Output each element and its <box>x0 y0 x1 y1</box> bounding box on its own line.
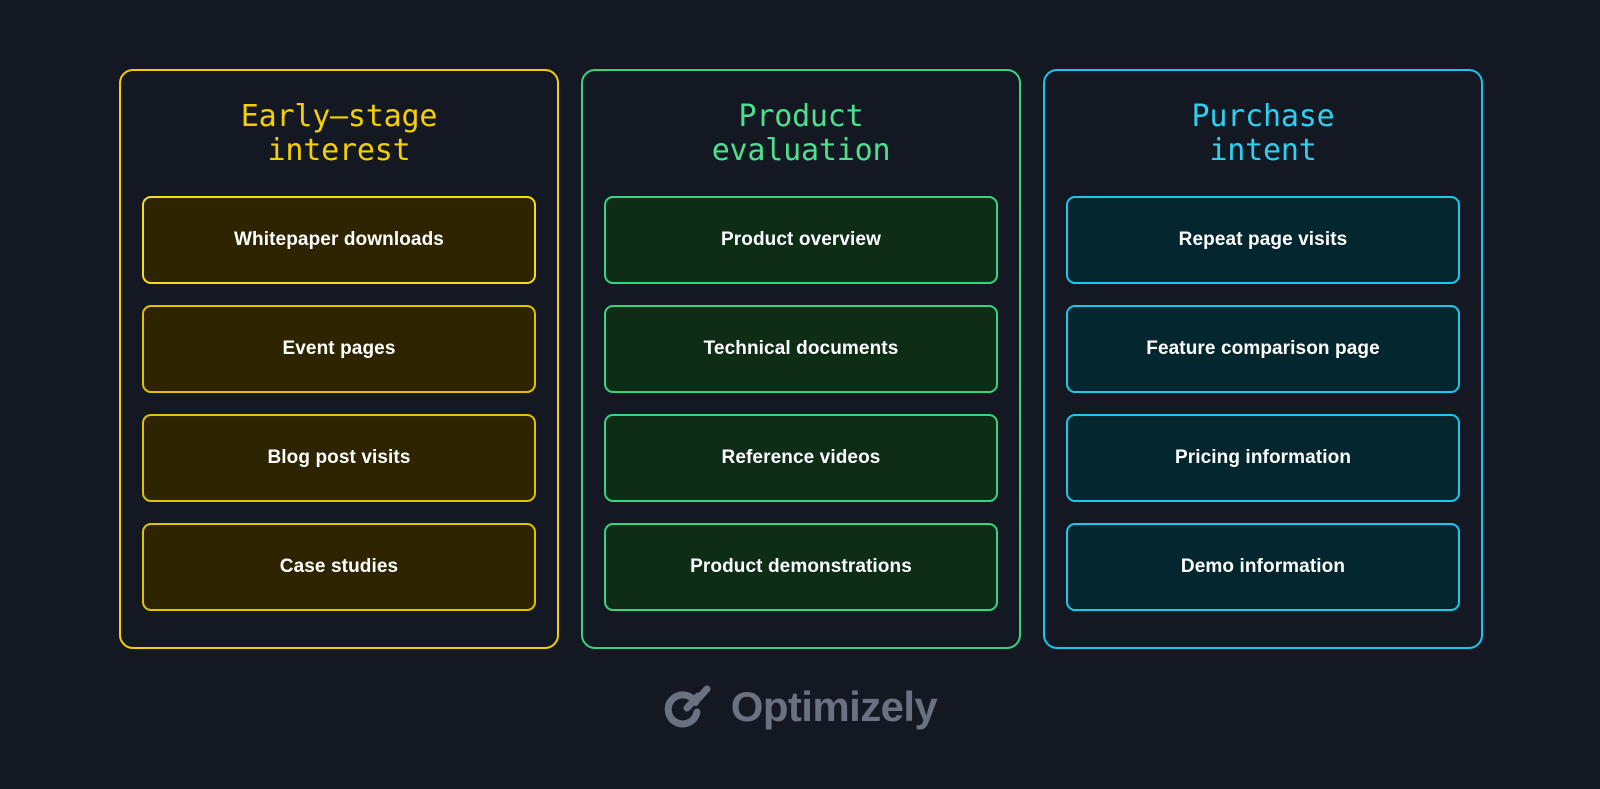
signal-card[interactable]: Pricing information <box>1066 414 1460 502</box>
stage-column-early-stage-interest: Early—stage interest Whitepaper download… <box>119 69 559 649</box>
card-list-product-evaluation: Product overview Technical documents Ref… <box>604 196 998 611</box>
column-title-early-stage-interest: Early—stage interest <box>240 99 438 168</box>
signal-card-label: Repeat page visits <box>1178 229 1348 250</box>
brand-name: Optimizely <box>730 683 938 730</box>
signal-card[interactable]: Demo information <box>1066 523 1460 611</box>
stage-column-product-evaluation: Product evaluation Product overview Tech… <box>581 69 1021 649</box>
stage-column-purchase-intent: Purchase intent Repeat page visits Featu… <box>1043 69 1483 649</box>
signal-card-label: Reference videos <box>721 447 881 468</box>
intent-stage-columns: Early—stage interest Whitepaper download… <box>119 69 1483 649</box>
signal-card[interactable]: Technical documents <box>604 305 998 393</box>
signal-card-label: Whitepaper downloads <box>234 229 444 250</box>
signal-card-label: Technical documents <box>703 338 899 359</box>
signal-card[interactable]: Product demonstrations <box>604 523 998 611</box>
optimizely-logo-icon <box>663 680 717 734</box>
signal-card-label: Product overview <box>721 229 881 250</box>
signal-card-label: Blog post visits <box>267 447 411 468</box>
signal-card[interactable]: Feature comparison page <box>1066 305 1460 393</box>
signal-card[interactable]: Case studies <box>142 523 536 611</box>
signal-card[interactable]: Repeat page visits <box>1066 196 1460 284</box>
signal-card-label: Demo information <box>1180 556 1346 577</box>
card-list-early-stage-interest: Whitepaper downloads Event pages Blog po… <box>142 196 536 611</box>
signal-card[interactable]: Blog post visits <box>142 414 536 502</box>
column-title-product-evaluation: Product evaluation <box>711 99 891 168</box>
signal-card[interactable]: Product overview <box>604 196 998 284</box>
column-title-purchase-intent: Purchase intent <box>1191 99 1335 168</box>
brand-lockup: Optimizely <box>0 680 1600 734</box>
signal-card[interactable]: Reference videos <box>604 414 998 502</box>
signal-card[interactable]: Whitepaper downloads <box>142 196 536 284</box>
signal-card[interactable]: Event pages <box>142 305 536 393</box>
signal-card-label: Pricing information <box>1174 447 1352 468</box>
signal-card-label: Product demonstrations <box>690 556 912 577</box>
signal-card-label: Feature comparison page <box>1146 338 1380 359</box>
card-list-purchase-intent: Repeat page visits Feature comparison pa… <box>1066 196 1460 611</box>
infographic-canvas: Early—stage interest Whitepaper download… <box>0 0 1600 789</box>
signal-card-label: Event pages <box>282 338 396 359</box>
signal-card-label: Case studies <box>279 556 399 577</box>
